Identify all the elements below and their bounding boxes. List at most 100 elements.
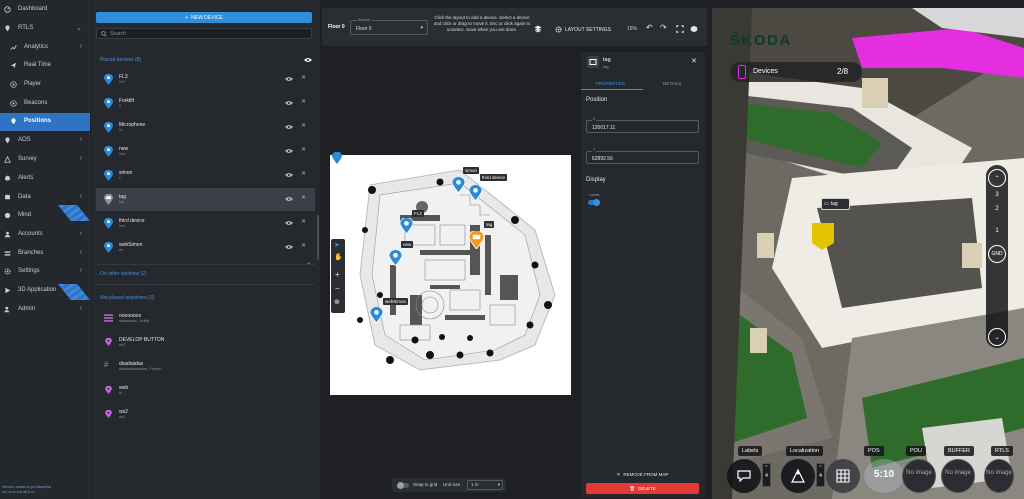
eye-icon[interactable]: [285, 100, 293, 106]
zoom-out-icon[interactable]: −: [335, 284, 340, 293]
new-device-label: NEW DEVICE: [191, 14, 223, 21]
close-icon[interactable]: ✕: [301, 218, 306, 225]
sidebar-item-analytics[interactable]: Analytics ›: [0, 39, 90, 57]
floor-down-button[interactable]: ⌄: [988, 328, 1006, 346]
sidebar-item-label: Admin: [18, 306, 36, 312]
new-device-button[interactable]: + NEW DEVICE: [96, 12, 312, 23]
close-icon[interactable]: ✕: [301, 74, 306, 81]
list-item[interactable]: webSimon ws ✕: [96, 236, 315, 259]
device-pin[interactable]: [332, 152, 342, 164]
device-pin-tag[interactable]: [469, 231, 484, 249]
not-placed-header[interactable]: Not placed anywhere (3): [100, 295, 154, 301]
tab-properties[interactable]: PROPERTIES: [596, 81, 625, 86]
hand-icon[interactable]: ✋: [334, 253, 343, 261]
close-icon[interactable]: ✕: [691, 57, 697, 65]
chevron-right-icon: ›: [79, 230, 82, 237]
localization-stepper[interactable]: ⌃ 4: [816, 463, 825, 487]
labels-button[interactable]: [727, 459, 761, 493]
sidebar-item-branches[interactable]: Branches ›: [0, 245, 90, 263]
list-item[interactable]: oooooooo aaaaaaaaa - forklift: [96, 307, 315, 330]
remove-from-map-button[interactable]: ✕ REMOVE FROM MAP: [586, 470, 699, 479]
list-item[interactable]: web fs: [96, 379, 315, 402]
eye-icon[interactable]: [285, 148, 293, 154]
snap-toggle[interactable]: [397, 482, 409, 489]
list-item[interactable]: # dsadsadas dsadsadsadsadas - Person: [96, 355, 315, 378]
floor-button[interactable]: 2: [988, 200, 1006, 218]
eye-icon[interactable]: [285, 196, 293, 202]
zoom-in-icon[interactable]: +: [335, 270, 340, 279]
sidebar-item-aos[interactable]: AOS ›: [0, 132, 90, 150]
eye-icon[interactable]: [285, 76, 293, 82]
close-icon[interactable]: ✕: [301, 146, 306, 153]
x-field[interactable]: X 120017.11: [586, 117, 699, 133]
device-pin-third-device[interactable]: [469, 185, 482, 201]
pointer-icon[interactable]: ➤: [334, 241, 340, 249]
floor-button[interactable]: 1: [988, 222, 1006, 240]
scrollbar[interactable]: [317, 215, 319, 260]
buffer-button[interactable]: No image: [941, 459, 975, 493]
labels-toggle[interactable]: [588, 199, 600, 206]
rtls-button[interactable]: No image: [984, 459, 1014, 493]
labels-stepper[interactable]: ⌃ 4: [762, 463, 771, 487]
crosshair-icon[interactable]: ⊕: [334, 298, 340, 306]
y-field[interactable]: Y 62892.56: [586, 148, 699, 164]
localization-button[interactable]: [781, 459, 815, 493]
floor-up-button[interactable]: ⌃: [988, 169, 1006, 187]
list-item-selected[interactable]: tag tag ✕: [96, 188, 315, 211]
devices-counter-bar[interactable]: Devices 2/8: [730, 62, 862, 82]
layers-icon[interactable]: [534, 25, 542, 33]
sidebar-item-admin[interactable]: Admin ›: [0, 301, 90, 319]
list-item[interactable]: simon s ✕: [96, 164, 315, 187]
search-input[interactable]: Search: [96, 28, 312, 39]
close-icon[interactable]: ✕: [301, 242, 306, 249]
device-pin-websimon[interactable]: [370, 307, 383, 323]
sidebar-item-real-time[interactable]: Real Time: [0, 57, 90, 75]
sidebar-item-settings[interactable]: Settings ›: [0, 263, 90, 281]
grid-button[interactable]: [826, 459, 860, 493]
eye-icon[interactable]: [285, 172, 293, 178]
list-item[interactable]: DEVELOP BUTTON btn7: [96, 331, 315, 354]
list-item[interactable]: third device test ✕: [96, 212, 315, 235]
device-pin-new[interactable]: [389, 250, 402, 266]
floor-button-active[interactable]: GND: [988, 245, 1006, 263]
sidebar-item-beacons[interactable]: Beacons: [0, 95, 90, 113]
redo-icon[interactable]: ↷: [660, 23, 668, 32]
close-icon[interactable]: ✕: [301, 170, 306, 177]
pou-button[interactable]: No image: [902, 459, 936, 493]
floor-plan-map[interactable]: simon third device FL3 tag new webSimon: [330, 152, 571, 395]
list-item[interactable]: ws2 ws2: [96, 403, 315, 426]
close-icon[interactable]: ✕: [301, 122, 306, 129]
device-pin-fl3[interactable]: [400, 218, 413, 234]
sidebar-item-positions[interactable]: Positions: [0, 113, 90, 131]
3d-cube-icon[interactable]: [690, 25, 698, 33]
sidebar-item-rtls[interactable]: RTLS ⌄: [0, 20, 90, 38]
section-select[interactable]: Section Floor 0 ▾: [350, 18, 428, 35]
eye-icon[interactable]: [285, 244, 293, 250]
list-item[interactable]: FL3 fnl3 ✕: [96, 68, 315, 91]
pos-button[interactable]: 5:10: [864, 459, 904, 493]
close-icon[interactable]: ✕: [301, 98, 306, 105]
other-sections-header[interactable]: On other sections (2): [100, 271, 147, 277]
3d-device-label[interactable]: ▭ tag: [821, 198, 850, 210]
list-item[interactable]: Forklift fl ✕: [96, 92, 315, 115]
sidebar-item-survey[interactable]: Survey ›: [0, 151, 90, 169]
sidebar-item-data[interactable]: Data ›: [0, 189, 90, 207]
device-pin-simon[interactable]: [452, 177, 465, 193]
delete-button[interactable]: 🗑 DELETE: [586, 483, 699, 494]
sidebar-item-accounts[interactable]: Accounts ›: [0, 226, 90, 244]
fit-screen-icon[interactable]: [676, 25, 684, 33]
list-item[interactable]: new new ✕: [96, 140, 315, 163]
tab-details[interactable]: DETAILS: [663, 81, 681, 86]
undo-icon[interactable]: ↶: [646, 23, 654, 32]
list-item[interactable]: Microphone m ✕: [96, 116, 315, 139]
eye-icon[interactable]: [304, 57, 312, 63]
eye-icon[interactable]: [285, 220, 293, 226]
layout-settings-button[interactable]: LAYOUT SETTINGS: [555, 26, 611, 33]
sidebar-item-alerts[interactable]: Alerts: [0, 170, 90, 188]
close-icon[interactable]: ✕: [301, 194, 306, 201]
unit-select[interactable]: 1 m ▾: [467, 480, 503, 490]
sidebar-item-dashboard[interactable]: Dashboard: [0, 1, 90, 19]
eye-icon[interactable]: [285, 124, 293, 130]
sidebar-item-player[interactable]: Player: [0, 76, 90, 94]
placed-devices-header[interactable]: Placed devices (8): [100, 57, 141, 63]
